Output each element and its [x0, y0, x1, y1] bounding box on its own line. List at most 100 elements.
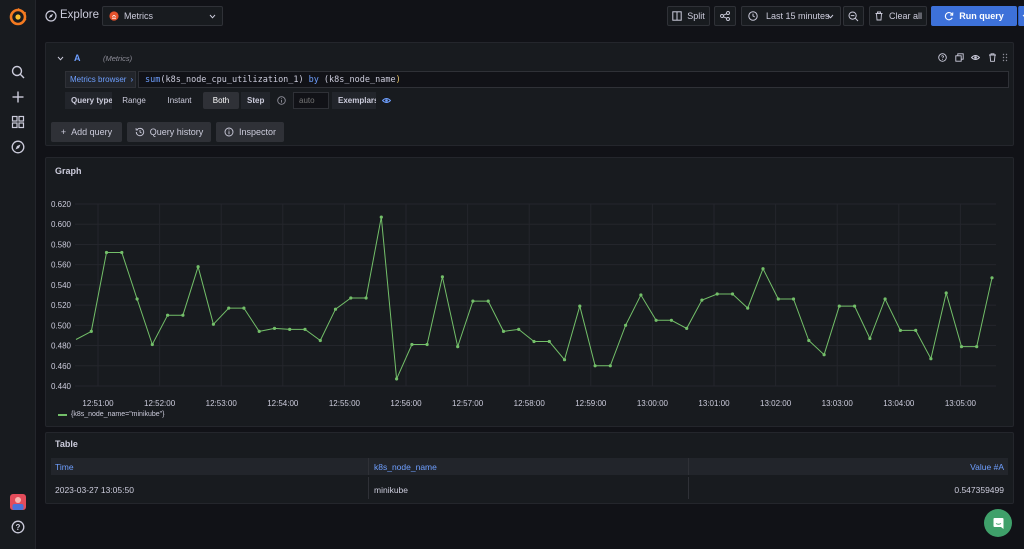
data-point [761, 267, 765, 271]
data-point [349, 296, 353, 300]
time-series-chart[interactable]: 0.440 0.460 0.480 0.500 0.520 0.540 0.560 0.580… [46, 158, 1013, 426]
x-tick-label: 12:59:00 [575, 399, 607, 408]
refresh-icon [945, 12, 954, 21]
query-history-label: Query history [149, 127, 204, 137]
data-point [959, 345, 964, 349]
table-cell-value: 0.547359499 [954, 485, 1004, 495]
y-tick-label: 0.480 [51, 342, 72, 351]
dashboards-icon[interactable] [8, 112, 28, 132]
query-grouping-label: k8s_node_name [329, 74, 396, 85]
x-tick-label: 12:54:00 [267, 399, 299, 408]
data-point [883, 297, 887, 301]
x-tick-label: 13:04:00 [883, 399, 915, 408]
query-datasource-hint: (Metrics) [103, 54, 133, 63]
trash-icon[interactable] [988, 53, 997, 62]
y-tick-label: 0.600 [51, 220, 72, 229]
table-header-row [51, 458, 1008, 475]
data-point [929, 357, 933, 361]
data-point [242, 306, 246, 310]
zoom-out-button[interactable] [843, 6, 864, 26]
column-header-time[interactable]: Time [55, 458, 74, 475]
data-point [333, 307, 338, 311]
add-query-button[interactable]: + Add query [51, 122, 122, 142]
table-divider [368, 458, 369, 475]
chevron-down-icon [827, 14, 834, 19]
query-type-range[interactable]: Range [112, 92, 156, 109]
explore-compass-icon[interactable] [8, 137, 28, 157]
y-tick-label: 0.620 [51, 200, 72, 209]
help-icon[interactable] [938, 53, 947, 62]
data-point [944, 291, 948, 295]
split-button[interactable]: Split [667, 6, 710, 26]
explore-compass-icon [45, 10, 57, 22]
chat-support-button[interactable] [984, 509, 1012, 537]
history-icon [135, 127, 144, 137]
query-history-button[interactable]: Query history [127, 122, 211, 142]
data-point [440, 275, 444, 279]
exemplars-toggle[interactable] [376, 92, 396, 109]
data-point [303, 327, 307, 331]
data-point [410, 342, 414, 347]
query-type-both[interactable]: Both [203, 92, 239, 109]
graph-legend[interactable]: {k8s_node_name="minikube"} [58, 411, 165, 418]
metrics-browser-label: Metrics browser [70, 75, 127, 84]
share-button[interactable] [714, 6, 736, 26]
query-expression-input[interactable]: sum(k8s_node_cpu_utilization_1) by(k8s_no… [138, 71, 1009, 88]
table-divider [688, 477, 689, 499]
data-point [471, 299, 475, 303]
data-point [517, 327, 521, 331]
table-cell-time: 2023-03-27 13:05:50 [55, 485, 134, 495]
copy-icon[interactable] [955, 53, 964, 62]
time-range-picker[interactable]: Last 15 minutes [741, 6, 841, 26]
x-tick-label: 12:56:00 [390, 399, 422, 408]
search-icon[interactable] [8, 62, 28, 82]
datasource-picker[interactable]: Metrics [102, 6, 223, 26]
data-point [104, 250, 109, 255]
query-type-instant[interactable]: Instant [157, 92, 202, 109]
x-tick-label: 12:57:00 [452, 399, 484, 408]
data-point [822, 353, 826, 357]
x-tick-label: 13:03:00 [822, 399, 854, 408]
step-label: Step [241, 92, 271, 109]
data-point [791, 297, 796, 301]
x-tick-label: 13:05:00 [945, 399, 977, 408]
run-query-options-button[interactable] [1018, 6, 1024, 26]
data-point [532, 339, 536, 344]
x-tick-label: 12:52:00 [144, 399, 176, 408]
plus-icon[interactable] [8, 87, 28, 107]
grafana-logo-icon[interactable] [8, 7, 28, 27]
table-panel: Table Time k8s_node_name Value #A 2023-0… [45, 432, 1014, 504]
data-point [501, 329, 506, 333]
y-tick-label: 0.460 [51, 362, 72, 371]
data-point [730, 292, 735, 296]
eye-icon[interactable] [971, 53, 980, 62]
step-input[interactable] [293, 92, 329, 109]
series-line [75, 217, 993, 381]
column-header-node-name[interactable]: k8s_node_name [374, 458, 437, 475]
datasource-name: Metrics [124, 11, 153, 21]
column-header-value[interactable]: Value #A [970, 458, 1004, 475]
x-tick-label: 12:53:00 [206, 399, 238, 408]
chevron-down-icon[interactable] [57, 55, 64, 62]
data-point [837, 304, 841, 308]
data-point [272, 326, 277, 330]
query-row-header: A (Metrics) [51, 49, 1008, 67]
data-point [868, 336, 872, 341]
chevron-down-icon [209, 14, 216, 19]
data-point [853, 304, 857, 308]
run-query-button[interactable]: Run query [931, 6, 1017, 26]
help-icon[interactable]: ? [8, 517, 28, 537]
inspector-button[interactable]: Inspector [216, 122, 284, 142]
user-avatar[interactable] [8, 492, 28, 512]
query-letter[interactable]: A [74, 53, 81, 63]
data-point [593, 364, 597, 368]
x-tick-label: 12:58:00 [514, 399, 546, 408]
metrics-browser-button[interactable]: Metrics browser › [65, 71, 136, 88]
plus-icon: + [60, 127, 67, 137]
clear-all-button[interactable]: Clear all [869, 6, 927, 26]
data-point [456, 345, 460, 349]
drag-handle-icon[interactable] [1002, 53, 1008, 62]
data-point [746, 306, 750, 310]
inspector-label: Inspector [238, 127, 277, 137]
x-tick-label: 12:51:00 [82, 399, 114, 408]
